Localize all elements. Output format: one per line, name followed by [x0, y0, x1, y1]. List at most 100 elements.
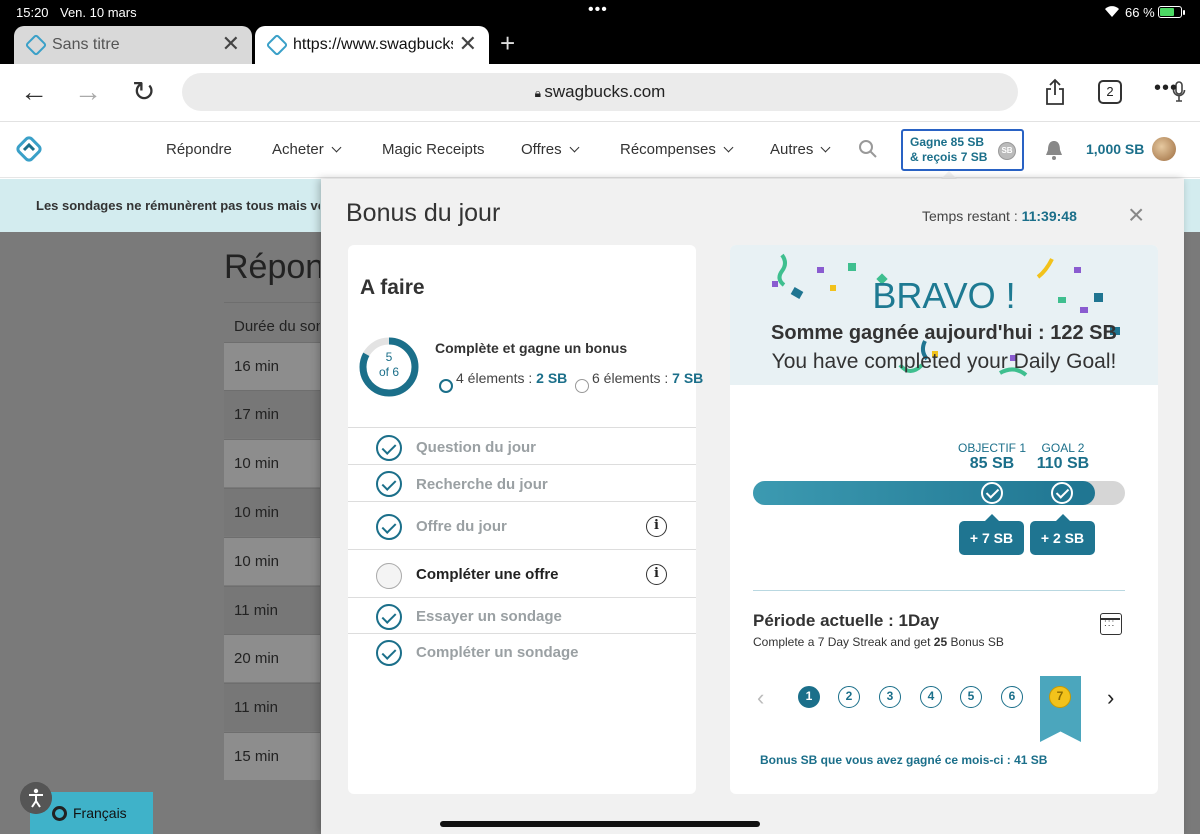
- calendar-icon[interactable]: [1100, 613, 1122, 635]
- info-icon[interactable]: i: [646, 564, 667, 585]
- todo-heading: A faire: [360, 276, 425, 299]
- share-icon[interactable]: [1044, 78, 1066, 106]
- goal1-bonus-badge: + 7 SB: [959, 514, 1024, 555]
- task-question-du-jour[interactable]: Question du jour: [348, 427, 696, 464]
- goal-progress-fill: [753, 481, 1095, 505]
- option-value: 2 SB: [536, 370, 568, 386]
- browser-tab-sans-titre[interactable]: Sans titre ✕: [14, 26, 252, 64]
- battery-percent: 66 %: [1125, 5, 1155, 20]
- goal2-caption: GOAL 2: [1041, 441, 1085, 455]
- task-label: Offre du jour: [416, 518, 507, 535]
- avatar[interactable]: [1152, 137, 1176, 161]
- tab-title: Sans titre: [52, 36, 120, 53]
- task-essayer-un-sondage[interactable]: Essayer un sondage: [348, 597, 696, 633]
- table-row[interactable]: 10 min: [224, 488, 320, 536]
- wifi-icon: [1105, 6, 1119, 17]
- tab-count-button[interactable]: 2: [1098, 80, 1122, 104]
- nav-repondre[interactable]: Répondre: [166, 141, 232, 158]
- browser-tab-strip: Sans titre ✕ https://www.swagbucks.com ✕…: [0, 24, 1200, 64]
- streak-day-5: 5: [960, 686, 982, 708]
- task-completer-un-sondage[interactable]: Compléter un sondage: [348, 633, 696, 673]
- check-circle-icon: [376, 604, 402, 630]
- reload-icon[interactable]: ↻: [132, 76, 155, 108]
- chevron-down-icon: [820, 142, 831, 153]
- chevron-down-icon: [331, 142, 342, 153]
- streak-day-1: 1: [798, 686, 820, 708]
- monthly-value: 41 SB: [1014, 753, 1048, 767]
- info-icon[interactable]: i: [646, 516, 667, 537]
- close-icon[interactable]: ×: [1128, 201, 1144, 229]
- task-offre-du-jour[interactable]: Offre du jour i: [348, 501, 696, 549]
- chevron-left-icon[interactable]: ‹: [757, 685, 764, 711]
- lock-icon: 🔒︎: [534, 86, 545, 100]
- chevron-down-icon: [723, 142, 734, 153]
- search-icon[interactable]: [858, 139, 878, 159]
- goal-option-6[interactable]: 6 élements : 7 SB: [575, 369, 712, 393]
- divider: [753, 590, 1125, 591]
- browser-tab-swagbucks[interactable]: https://www.swagbucks.com ✕: [255, 26, 489, 64]
- monthly-label: Bonus SB que vous avez gagné ce mois-ci …: [760, 753, 1011, 767]
- nav-autres[interactable]: Autres: [770, 141, 831, 158]
- nav-magic-receipts[interactable]: Magic Receipts: [382, 141, 485, 158]
- close-tab-icon[interactable]: ✕: [222, 33, 240, 55]
- goal2-label: GOAL 2 110 SB: [1028, 440, 1098, 472]
- bell-icon[interactable]: [1045, 139, 1063, 161]
- streak-day-4: 4: [920, 686, 942, 708]
- nav-label: Autres: [770, 141, 814, 158]
- streak-day-3: 3: [879, 686, 901, 708]
- bravo-title: BRAVO !: [872, 275, 1016, 316]
- progress-num: 5: [385, 350, 393, 364]
- nav-recompenses[interactable]: Récompenses: [620, 141, 734, 158]
- streak-day-7: 7: [1049, 686, 1071, 708]
- modal-title: Bonus du jour: [346, 199, 501, 227]
- earned-today: Somme gagnée aujourd'hui : 122 SB: [771, 322, 1117, 344]
- check-circle-icon: [376, 514, 402, 540]
- url-field[interactable]: 🔒︎ swagbucks.com: [182, 73, 1186, 111]
- multitask-dots-icon[interactable]: •••: [588, 1, 608, 19]
- daily-goal-button[interactable]: Gagne 85 SB & reçois 7 SB SB: [901, 129, 1024, 171]
- task-label: Question du jour: [416, 439, 536, 456]
- daily-bonus-modal: Bonus du jour Temps restant : 11:39:48 ×…: [321, 179, 1184, 834]
- progress-of: of 6: [378, 365, 399, 379]
- table-row[interactable]: 17 min: [224, 390, 320, 438]
- goal1-label: OBJECTIF 1 85 SB: [955, 440, 1029, 472]
- current-period: Période actuelle : 1Day: [753, 611, 940, 630]
- new-tab-icon[interactable]: +: [500, 28, 515, 58]
- table-row[interactable]: 10 min: [224, 537, 320, 585]
- goal2-value: 110 SB: [1036, 455, 1090, 472]
- tab-title: https://www.swagbucks.com: [293, 36, 453, 53]
- nav-offres[interactable]: Offres: [521, 141, 580, 158]
- back-arrow-icon[interactable]: ←: [20, 76, 48, 108]
- chevron-right-icon[interactable]: ›: [1107, 685, 1114, 711]
- nav-acheter[interactable]: Acheter: [272, 141, 342, 158]
- sb-balance[interactable]: 1,000 SB: [1086, 141, 1144, 157]
- home-indicator: [440, 821, 760, 827]
- task-completer-une-offre[interactable]: Compléter une offre i: [348, 549, 696, 597]
- table-row[interactable]: 16 min: [224, 342, 320, 390]
- radio-selected[interactable]: [439, 379, 453, 393]
- more-menu-icon[interactable]: •••: [1154, 77, 1178, 100]
- accessibility-icon[interactable]: [20, 782, 52, 814]
- forward-arrow-icon[interactable]: →: [74, 76, 102, 108]
- radio-unselected[interactable]: [575, 379, 589, 393]
- swagbucks-logo[interactable]: [14, 134, 44, 164]
- streak-day-6: 6: [1001, 686, 1023, 708]
- chevron-down-icon: [569, 142, 580, 153]
- task-label: Essayer un sondage: [416, 608, 562, 625]
- goal-option-4[interactable]: 4 élements : 2 SB: [439, 369, 576, 393]
- goal1-caption: OBJECTIF 1: [957, 441, 1026, 455]
- table-row[interactable]: 11 min: [224, 586, 320, 634]
- goal-heading: Complète et gagne un bonus: [435, 340, 628, 356]
- ios-status-bar: 15:20 Ven. 10 mars ••• 66 %: [0, 0, 1200, 24]
- table-row[interactable]: 15 min: [224, 732, 320, 780]
- close-tab-icon[interactable]: ✕: [459, 33, 477, 55]
- streak-post: Bonus SB: [947, 635, 1004, 649]
- streak-day-2: 2: [838, 686, 860, 708]
- swagbucks-favicon-icon: [24, 33, 48, 57]
- check-circle-icon: [376, 435, 402, 461]
- table-row[interactable]: 11 min: [224, 683, 320, 731]
- table-row[interactable]: 10 min: [224, 439, 320, 487]
- timer-value: 11:39:48: [1021, 208, 1077, 224]
- table-row[interactable]: 20 min: [224, 634, 320, 682]
- task-recherche-du-jour[interactable]: Recherche du jour: [348, 464, 696, 501]
